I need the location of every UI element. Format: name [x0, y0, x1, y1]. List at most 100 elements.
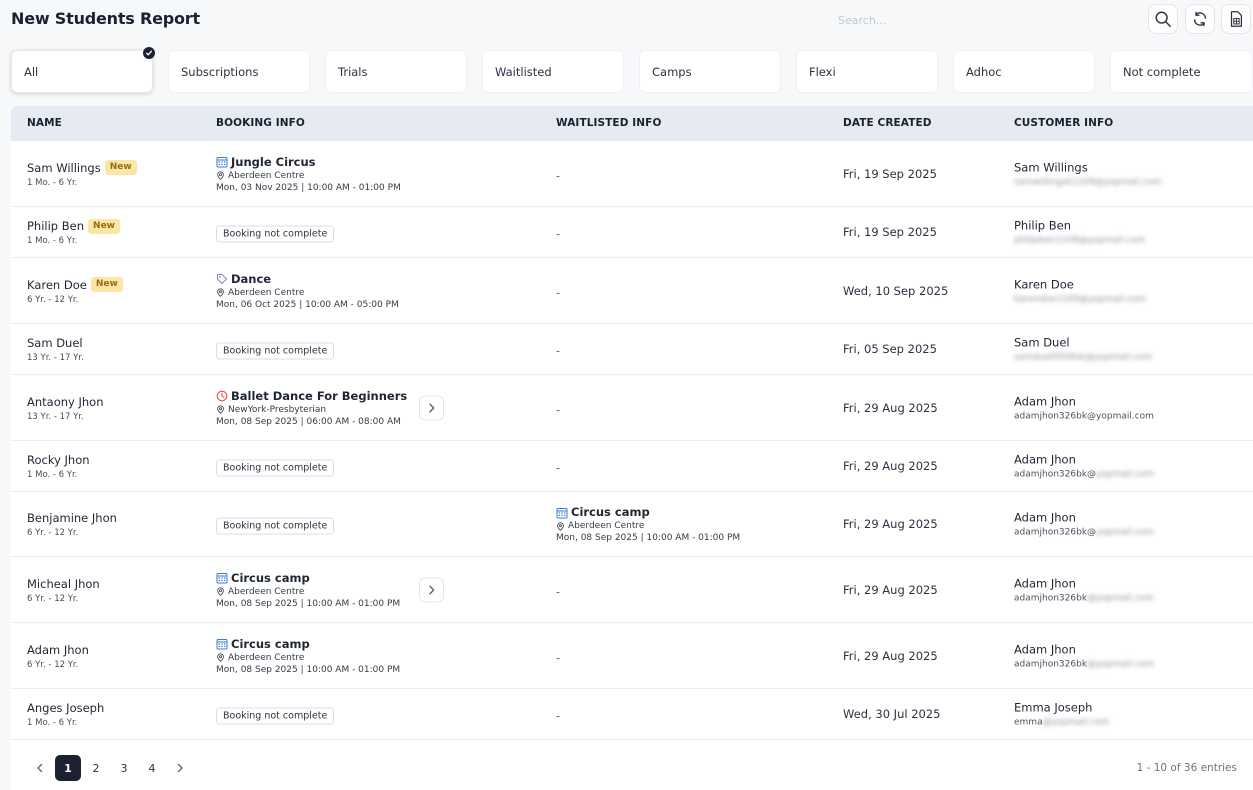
page-button-1[interactable]: 1	[55, 755, 81, 781]
student-name[interactable]: Karen Doe	[27, 277, 87, 293]
student-name[interactable]: Anges Joseph	[27, 700, 104, 716]
email-visible-part: adamjhon326bk@	[1014, 469, 1097, 480]
calendar-icon	[556, 507, 571, 519]
column-header-waitlisted[interactable]: WAITLISTED INFO	[556, 117, 661, 129]
waitlisted-cell: -	[556, 580, 560, 599]
email-redacted-part: @yopmail.com	[1042, 717, 1110, 728]
date-created: Fri, 29 Aug 2025	[843, 517, 938, 531]
customer-name: Karen Doe	[1014, 277, 1074, 291]
expand-row-button[interactable]	[419, 577, 444, 602]
date-created: Fri, 19 Sep 2025	[843, 225, 937, 239]
booking-not-complete-badge: Booking not complete	[216, 342, 335, 360]
date-created: Fri, 05 Sep 2025	[843, 342, 937, 356]
booking-not-complete-badge: Booking not complete	[216, 707, 335, 725]
tab-label: Subscriptions	[181, 64, 259, 79]
customer-email: adamjhon326bk@yopmail.com	[1014, 528, 1154, 538]
column-header-name[interactable]: NAME	[27, 117, 62, 129]
tab-label: Camps	[652, 64, 692, 79]
table-row[interactable]: Micheal Jhon 6 Yr. - 12 Yr. Circus camp Abe…	[11, 557, 1253, 623]
chevron-left-icon	[37, 763, 43, 773]
student-name[interactable]: Micheal Jhon	[27, 576, 100, 592]
refresh-button[interactable]	[1185, 4, 1215, 34]
customer-cell: Adam Jhon adamjhon326bk@yopmail.com	[1014, 642, 1154, 669]
search-input[interactable]	[830, 8, 1130, 32]
table-row[interactable]: Sam Willings New 1 Mo. - 6 Yr. Jungle Circu…	[11, 141, 1253, 207]
booking-location: NewYork-Presbyterian	[216, 405, 407, 415]
empty-dash: -	[556, 169, 560, 182]
table-row[interactable]: Philip Ben New 1 Mo. - 6 Yr. Booking not co…	[11, 207, 1253, 258]
tab-label: Flexi	[809, 64, 836, 79]
tab-waitlisted[interactable]: Waitlisted	[482, 50, 624, 93]
tab-adhoc[interactable]: Adhoc	[953, 50, 1095, 93]
tab-not-complete[interactable]: Not complete	[1110, 50, 1253, 93]
booking-cell: Booking not complete	[216, 456, 335, 477]
table-row[interactable]: Karen Doe New 6 Yr. - 12 Yr. Dance Aberdeen …	[11, 258, 1253, 324]
booking-location: Aberdeen Centre	[216, 171, 401, 181]
page-title: New Students Report	[11, 9, 200, 28]
booking-time: Mon, 06 Oct 2025 | 10:00 AM - 05:00 PM	[216, 299, 399, 310]
column-header-customer[interactable]: CUSTOMER INFO	[1014, 117, 1113, 129]
search-icon	[1155, 11, 1171, 27]
column-header-date[interactable]: DATE CREATED	[843, 117, 932, 129]
customer-name: Philip Ben	[1014, 218, 1072, 233]
page-button-4[interactable]: 4	[139, 755, 165, 781]
export-button[interactable]	[1221, 4, 1251, 34]
table-row[interactable]: Benjamine Jhon 6 Yr. - 12 Yr. Booking not …	[11, 492, 1253, 557]
location-pin-icon	[557, 521, 564, 531]
date-created: Fri, 19 Sep 2025	[843, 166, 937, 181]
customer-name: Adam Jhon	[1014, 394, 1076, 408]
booking-time: Mon, 08 Sep 2025 | 06:00 AM - 08:00 AM	[216, 416, 401, 427]
date-created: Fri, 29 Aug 2025	[843, 459, 938, 473]
student-cell: Sam Duel 13 Yr. - 17 Yr.	[27, 335, 84, 363]
table-row[interactable]: Sam Duel 13 Yr. - 17 Yr. Booking not compl…	[11, 324, 1253, 375]
next-page-button[interactable]	[167, 755, 193, 781]
tab-subscriptions[interactable]: Subscriptions	[168, 50, 310, 93]
email-visible-part: adamjhon326bk@	[1014, 527, 1097, 538]
tab-flexi[interactable]: Flexi	[796, 50, 938, 93]
table-row[interactable]: Anges Joseph 1 Mo. - 6 Yr. Booking not com…	[11, 689, 1253, 740]
customer-cell: Adam Jhon adamjhon326bk@yopmail.com	[1014, 394, 1154, 421]
page-button-2[interactable]: 2	[83, 755, 109, 781]
customer-email: adamjhon326bk@yopmail.com	[1014, 593, 1154, 603]
age-range: 1 Mo. - 6 Yr.	[27, 718, 78, 728]
customer-email: adamjhon326bk@yopmail.com	[1014, 470, 1154, 480]
waitlisted-cell: -	[556, 164, 560, 183]
empty-dash: -	[556, 709, 560, 723]
student-name[interactable]: Benjamine Jhon	[27, 510, 117, 526]
student-name[interactable]: Adam Jhon	[27, 642, 89, 658]
email-redacted-part: samwillingsk1109@yopmail.com	[1014, 177, 1162, 187]
age-range: 1 Mo. - 6 Yr.	[27, 236, 78, 246]
tab-trials[interactable]: Trials	[325, 50, 467, 93]
column-header-booking[interactable]: BOOKING INFO	[216, 117, 305, 129]
expand-row-button[interactable]	[419, 395, 444, 420]
student-name[interactable]: Sam Willings	[27, 160, 101, 176]
prev-page-button[interactable]	[27, 755, 53, 781]
student-name[interactable]: Philip Ben	[27, 218, 84, 234]
search-button[interactable]	[1148, 4, 1178, 34]
top-bar: New Students Report	[0, 0, 1253, 40]
tab-all[interactable]: All	[11, 47, 155, 93]
tab-camps[interactable]: Camps	[639, 50, 781, 93]
student-cell: Benjamine Jhon 6 Yr. - 12 Yr.	[27, 510, 117, 538]
student-cell: Antaony Jhon 13 Yr. - 17 Yr.	[27, 394, 104, 422]
student-name[interactable]: Antaony Jhon	[27, 394, 104, 410]
tab-label: Not complete	[1123, 64, 1201, 79]
student-name[interactable]: Sam Duel	[27, 335, 83, 351]
waitlisted-cell: -	[556, 340, 560, 359]
student-name[interactable]: Rocky Jhon	[27, 452, 90, 468]
customer-email: emma@yopmail.com	[1014, 718, 1110, 728]
customer-name: Adam Jhon	[1014, 510, 1076, 525]
page-button-3[interactable]: 3	[111, 755, 137, 781]
refresh-icon	[1193, 11, 1207, 27]
filter-tabs: All Subscriptions Trials Waitlisted Camp…	[11, 47, 1253, 93]
chevron-right-icon	[177, 763, 183, 773]
customer-email: karendoe1109@yopmail.com	[1014, 294, 1146, 304]
table-row[interactable]: Rocky Jhon 1 Mo. - 6 Yr. Booking not compl…	[11, 441, 1253, 492]
table-row[interactable]: Adam Jhon 6 Yr. - 12 Yr. Circus camp Aberde…	[11, 623, 1253, 689]
tab-label: All	[24, 64, 39, 79]
new-badge: New	[90, 277, 123, 292]
calendar-icon	[216, 572, 231, 584]
table-row[interactable]: Antaony Jhon 13 Yr. - 17 Yr. Ballet Dance …	[11, 375, 1253, 441]
student-cell: Philip Ben New 1 Mo. - 6 Yr.	[27, 218, 120, 246]
booking-cell: Booking not complete	[216, 339, 335, 360]
